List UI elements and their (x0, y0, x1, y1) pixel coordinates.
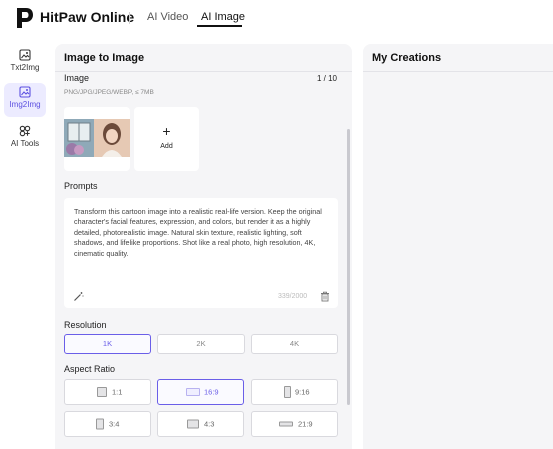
aspect-label: 9:16 (295, 387, 310, 397)
plus-icon: + (162, 123, 171, 139)
ratio-shape-icon (284, 386, 291, 398)
ratio-shape-icon (96, 418, 104, 430)
ratio-shape-icon (187, 419, 199, 429)
active-tab-indicator (197, 25, 242, 27)
aspect-option-9-16[interactable]: 9:16 (251, 379, 338, 405)
panel-scrollbar[interactable] (347, 129, 350, 405)
divider (129, 12, 130, 24)
add-image-button[interactable]: + Add (134, 107, 199, 171)
creations-title: My Creations (372, 52, 442, 64)
ratio-shape-icon (186, 388, 200, 396)
trash-icon[interactable] (320, 291, 330, 302)
aspect-option-16-9[interactable]: 16:9 (157, 379, 244, 405)
aspect-label: 4:3 (204, 419, 215, 429)
nav-item-img2img[interactable]: Img2Img (4, 83, 46, 117)
image-count: 1 / 10 (316, 74, 337, 83)
divider (363, 71, 553, 72)
add-label: Add (160, 143, 173, 150)
formats-hint: PNG/JPG/JPEG/WEBP, ≤ 7MB (64, 89, 154, 96)
aspect-label: 1:1 (112, 387, 123, 397)
aspect-label: 3:4 (109, 419, 120, 429)
aspect-label: 21:9 (298, 419, 313, 429)
nav-label: Txt2Img (10, 63, 40, 72)
resolution-section-label: Resolution (64, 320, 107, 330)
hitpaw-logo-icon[interactable] (16, 7, 34, 29)
uploaded-image-thumbnail[interactable] (64, 107, 130, 171)
my-creations-panel: My Creations (363, 44, 553, 449)
prompt-textarea[interactable]: Transform this cartoon image into a real… (64, 198, 338, 308)
image-swap-icon (19, 86, 31, 98)
nav-label: Img2Img (9, 100, 41, 109)
tools-grid-icon (19, 125, 31, 137)
image-section-label: Image (64, 73, 90, 83)
ratio-shape-icon (97, 387, 107, 397)
nav-item-txt2img[interactable]: Txt2Img (4, 46, 46, 80)
aspect-label: 16:9 (204, 387, 219, 397)
side-nav: Txt2Img Img2Img AI Tools (0, 36, 52, 449)
panel-title: Image to Image (64, 52, 145, 64)
image-text-icon (19, 49, 31, 61)
character-count: 339/2000 (278, 293, 308, 300)
prompts-section-label: Prompts (64, 181, 98, 191)
uploaded-image (64, 119, 130, 157)
aspect-ratio-section-label: Aspect Ratio (64, 364, 116, 374)
nav-item-ai-tools[interactable]: AI Tools (4, 122, 46, 156)
aspect-option-3-4[interactable]: 3:4 (64, 411, 151, 437)
aspect-option-21-9[interactable]: 21:9 (251, 411, 338, 437)
resolution-option-2k[interactable]: 2K (157, 334, 245, 354)
ratio-shape-icon (279, 421, 293, 427)
tab-ai-image[interactable]: AI Image (201, 11, 245, 23)
magic-wand-icon[interactable] (73, 291, 84, 302)
divider (55, 71, 352, 72)
app-name[interactable]: HitPaw Online (40, 9, 134, 25)
image-to-image-panel: Image to Image Image 1 / 10 PNG/JPG/JPEG… (55, 44, 352, 449)
resolution-option-1k[interactable]: 1K (64, 334, 151, 354)
aspect-option-1-1[interactable]: 1:1 (64, 379, 151, 405)
aspect-option-4-3[interactable]: 4:3 (157, 411, 244, 437)
tab-ai-video[interactable]: AI Video (147, 11, 188, 23)
prompt-text[interactable]: Transform this cartoon image into a real… (74, 207, 332, 259)
top-bar: HitPaw Online AI Video AI Image (0, 0, 553, 36)
nav-label: AI Tools (10, 139, 40, 148)
resolution-option-4k[interactable]: 4K (251, 334, 338, 354)
